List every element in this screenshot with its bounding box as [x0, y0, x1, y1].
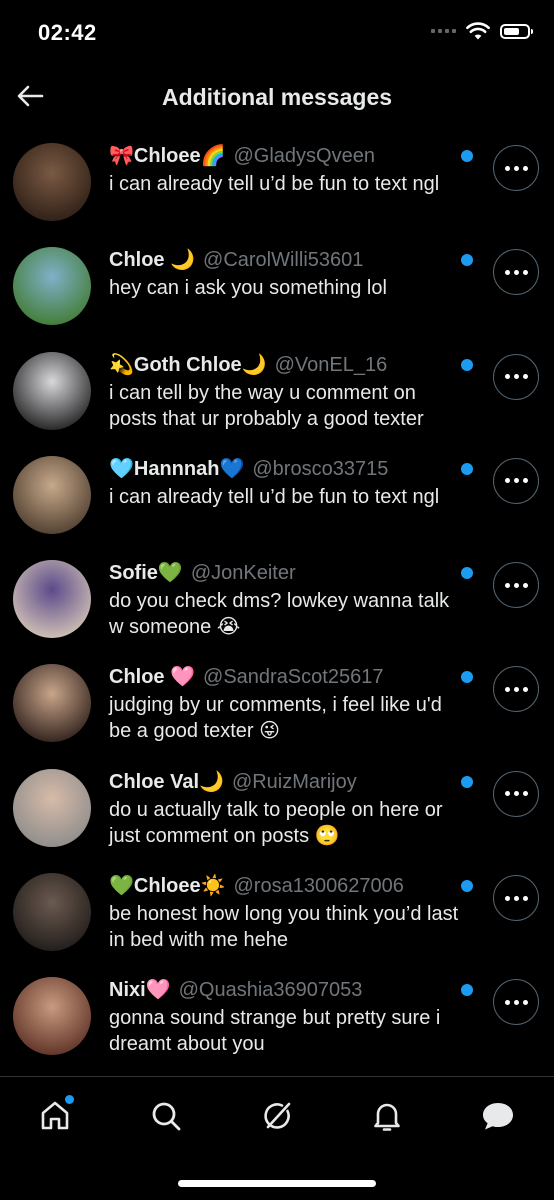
message-preview: gonna sound strange but pretty sure i dr…	[109, 1007, 441, 1056]
list-item[interactable]: Chloe Val🌙 @RuizMarijoy do u actually tal…	[0, 761, 554, 865]
list-item[interactable]: Nixi🩷 @Quashia36907053 gonna sound strang…	[0, 969, 554, 1073]
avatar[interactable]	[13, 873, 91, 952]
unread-dot	[461, 462, 473, 475]
sender-handle: @GladysQveen	[233, 145, 375, 167]
notification-badge	[65, 1095, 74, 1104]
list-item[interactable]: 💚Chloee☀️ @rosa1300627006 be honest how l…	[0, 865, 554, 969]
sender-handle: @VonEL_16	[274, 353, 388, 376]
avatar[interactable]	[13, 455, 91, 534]
tab-search[interactable]	[143, 1093, 189, 1139]
unread-dot	[461, 358, 473, 371]
sender-name: Chloe 🩷	[109, 666, 196, 689]
cellular-signal-icon	[431, 29, 456, 33]
avatar[interactable]	[13, 768, 91, 847]
sender-handle: @SandraScot25617	[203, 666, 384, 689]
tab-messages[interactable]	[475, 1093, 521, 1139]
more-options-button[interactable]	[493, 770, 539, 817]
battery-icon	[500, 23, 533, 39]
more-options-button[interactable]	[493, 249, 539, 296]
sender-handle: @Quashia36907053	[178, 979, 363, 1002]
home-icon	[41, 1101, 69, 1130]
more-options-button[interactable]	[493, 353, 539, 400]
home-indicator	[178, 1180, 376, 1187]
unread-dot	[461, 671, 473, 684]
page-title: Additional messages	[161, 84, 393, 110]
message-request-list: 🎀Chloee🌈 @GladysQveen i can already tell …	[0, 135, 554, 1074]
more-options-button[interactable]	[493, 666, 539, 713]
list-item[interactable]: 💫Goth Chloe🌙 @VonEL_16 i can tell by the …	[0, 344, 554, 448]
more-options-button[interactable]	[493, 875, 539, 922]
sender-name: Chloe Val🌙	[109, 770, 224, 793]
unread-dot	[461, 150, 473, 162]
grok-icon	[264, 1102, 291, 1129]
status-icons	[431, 22, 533, 40]
message-preview: i can already tell u’d be fun to text ng…	[109, 173, 440, 195]
sender-name: Chloe 🌙	[109, 249, 196, 272]
message-preview: hey can i ask you something lol	[109, 277, 387, 300]
unread-dot	[461, 567, 473, 580]
unread-dot	[461, 984, 473, 997]
more-options-button[interactable]	[493, 562, 539, 609]
messages-icon	[483, 1103, 513, 1130]
avatar[interactable]	[13, 143, 91, 221]
list-item[interactable]: Chloe 🌙 @CarolWilli53601 hey can i ask yo…	[0, 239, 554, 343]
unread-dot	[461, 880, 473, 893]
message-preview: do you check dms? lowkey wanna talk w so…	[109, 590, 450, 639]
sender-name: 🩵Hannnah💙	[109, 457, 245, 480]
sender-name: Nixi🩷	[109, 979, 171, 1002]
wifi-icon	[466, 22, 490, 40]
search-icon	[152, 1102, 181, 1131]
message-preview: judging by ur comments, i feel like u'd …	[109, 694, 442, 743]
sender-handle: @rosa1300627006	[233, 875, 404, 898]
sender-name: 💚Chloee☀️	[109, 875, 226, 898]
message-preview: i can tell by the way u comment on posts…	[109, 381, 424, 430]
avatar[interactable]	[13, 977, 91, 1056]
avatar[interactable]	[13, 560, 91, 639]
message-preview: do u actually talk to people on here or …	[109, 798, 443, 847]
avatar[interactable]	[13, 247, 91, 326]
status-bar: 02:42	[0, 0, 554, 66]
list-item[interactable]: 🎀Chloee🌈 @GladysQveen i can already tell …	[0, 135, 554, 239]
sender-name: 💫Goth Chloe🌙	[109, 353, 267, 376]
tab-grok[interactable]	[254, 1093, 300, 1139]
sender-name: Sofie💚	[109, 562, 183, 585]
tab-notifications[interactable]	[364, 1093, 410, 1139]
bell-icon	[374, 1103, 400, 1131]
more-options-button[interactable]	[493, 979, 539, 1026]
avatar[interactable]	[13, 351, 91, 430]
avatar[interactable]	[13, 664, 91, 743]
more-options-button[interactable]	[493, 145, 539, 191]
sender-handle: @RuizMarijoy	[231, 770, 357, 793]
tab-home[interactable]	[32, 1093, 78, 1139]
message-preview: i can already tell u’d be fun to text ng…	[109, 485, 440, 508]
list-item[interactable]: Chloe 🩷 @SandraScot25617 judging by ur co…	[0, 656, 554, 760]
more-options-button[interactable]	[493, 457, 539, 504]
list-item[interactable]: Sofie💚 @JonKeiter do you check dms? lowke…	[0, 552, 554, 656]
sender-handle: @JonKeiter	[190, 562, 296, 585]
list-item[interactable]: 🩵Hannnah💙 @brosco33715 i can already tell…	[0, 448, 554, 552]
unread-dot	[461, 775, 473, 788]
status-time: 02:42	[38, 20, 97, 45]
sender-handle: @CarolWilli53601	[203, 249, 364, 272]
header: Additional messages	[0, 66, 554, 130]
sender-handle: @brosco33715	[252, 457, 389, 480]
sender-name: 🎀Chloee🌈	[109, 145, 226, 167]
unread-dot	[461, 254, 473, 267]
message-preview: be honest how long you think you’d last …	[109, 903, 459, 952]
